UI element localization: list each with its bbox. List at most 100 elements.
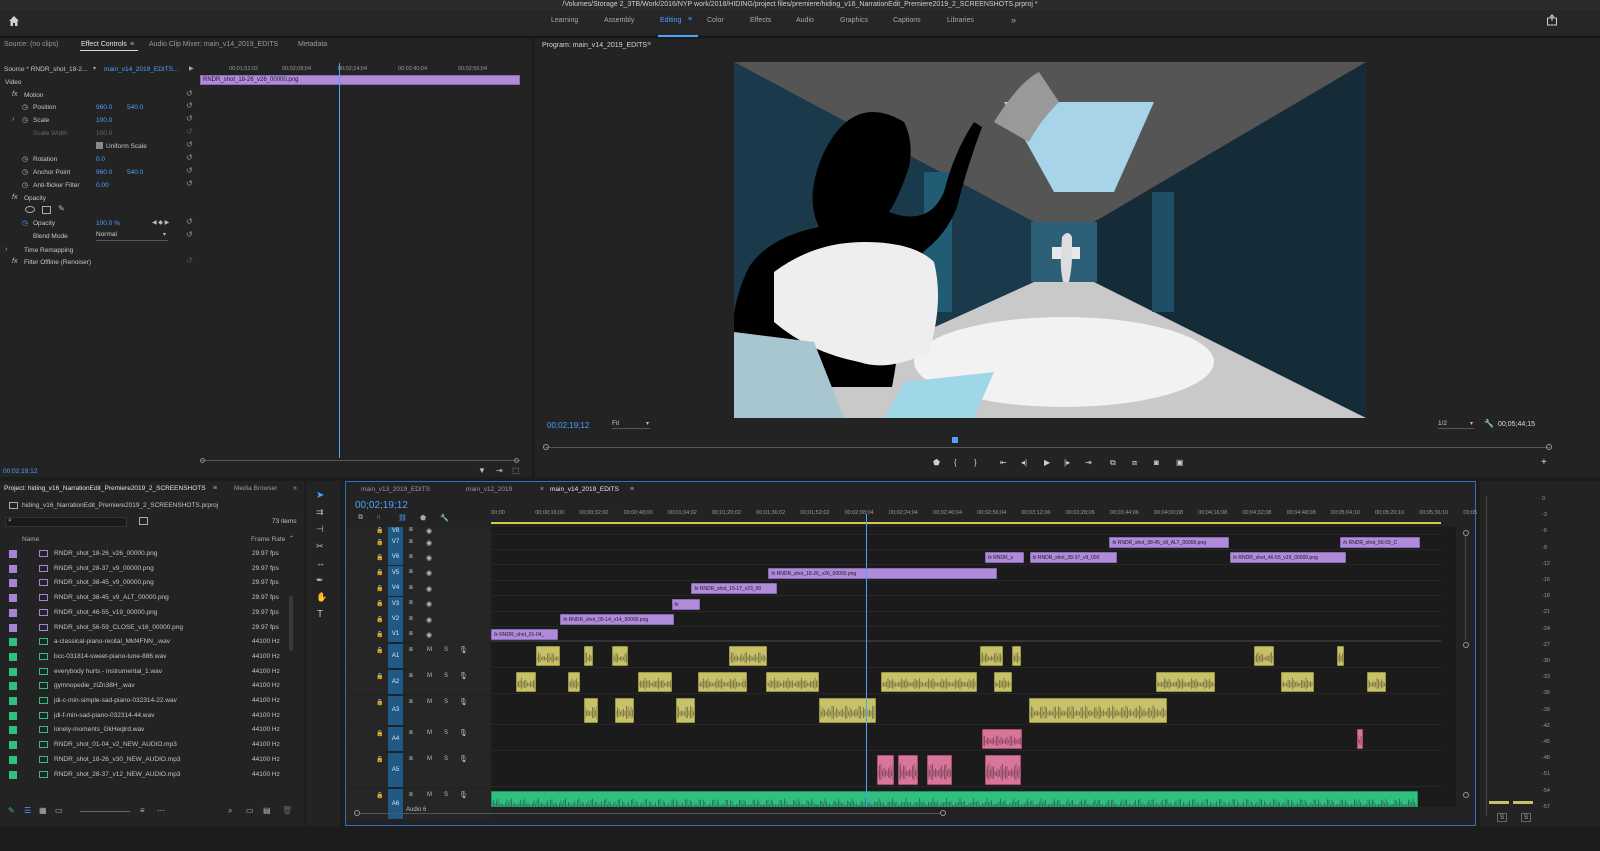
sync-lock-icon[interactable]: ⧈ (409, 792, 413, 799)
effect-clip-bar[interactable]: RNDR_shot_18-26_v26_00000.png (200, 75, 520, 85)
filter-icon[interactable]: ▼ (478, 466, 486, 475)
list-item[interactable]: gymnopedie_zIZn38H_.wav 44100 Hz (0, 678, 300, 693)
stopwatch-icon[interactable]: ◷ (22, 168, 28, 176)
program-timecode[interactable]: 00;02;19;12 (547, 421, 589, 430)
video-clip[interactable]: fx RNDR_shot_18-26_v26_00000.png (768, 567, 998, 579)
video-clip[interactable]: fx RNDR_shot_01-04_ (491, 629, 559, 641)
microphone-icon[interactable]: 🎙 (459, 755, 468, 763)
sync-lock-icon[interactable]: ⧈ (409, 730, 413, 737)
search-input[interactable]: ⌕ (5, 517, 127, 527)
eye-icon[interactable]: ◉ (426, 539, 432, 547)
pen-mask-icon[interactable]: ✎ (58, 204, 65, 213)
reset-icon[interactable]: ↺ (186, 166, 193, 175)
track-label[interactable]: V6 (388, 550, 403, 566)
list-item[interactable]: RNDR_shot_46-55_v19_00000.png 29.97 fps (0, 605, 300, 620)
track-label[interactable]: A1 (388, 644, 403, 668)
mute-button[interactable]: M (427, 792, 432, 798)
eye-icon[interactable]: ◉ (426, 600, 432, 608)
audio-clip[interactable] (1336, 646, 1345, 666)
lock-icon[interactable]: 🔒 (376, 539, 383, 546)
list-item[interactable]: a-classical-piano-recital_Mkf4FNN_.wav 44… (0, 634, 300, 649)
label-color-swatch[interactable] (9, 579, 17, 588)
audio-clip[interactable] (535, 646, 561, 666)
audio-clip[interactable] (491, 791, 1419, 807)
track-label[interactable]: A5 (388, 753, 403, 787)
snap-icon[interactable]: ∩ (376, 514, 381, 521)
workspace-libraries[interactable]: Libraries (947, 17, 974, 24)
track-label[interactable]: V7 (388, 535, 403, 550)
keyframe-nav-icon[interactable]: ◀ ◆ ▶ (152, 219, 169, 226)
audio-clip[interactable] (515, 672, 536, 692)
audio-clip[interactable] (584, 698, 599, 723)
label-color-swatch[interactable] (9, 652, 17, 661)
list-item[interactable]: RNDR_shot_18-26_v26_00000.png 29.97 fps (0, 546, 300, 561)
video-clip[interactable]: fx RNDR_shot_28-37_v9_000 (1029, 552, 1118, 564)
timeline-timecode[interactable]: 00;02;19;12 (355, 500, 408, 511)
list-item[interactable]: RNDR_shot_38-45_v9_00000.png 29.97 fps (0, 575, 300, 590)
label-color-swatch[interactable] (9, 623, 17, 632)
microphone-icon[interactable]: 🎙 (459, 729, 468, 737)
reset-icon[interactable]: ↺ (186, 256, 193, 265)
program-playhead[interactable] (952, 437, 959, 443)
stopwatch-icon[interactable]: ◷ (22, 155, 28, 163)
label-color-swatch[interactable] (9, 638, 17, 647)
mute-button[interactable]: M (427, 699, 432, 705)
audio-track-lane[interactable] (491, 644, 1441, 668)
eye-icon[interactable]: ◉ (426, 631, 432, 639)
track-label[interactable]: V2 (388, 612, 403, 627)
label-color-swatch[interactable] (9, 564, 17, 573)
ellipse-mask-icon[interactable] (25, 206, 35, 213)
sort-icons-icon[interactable]: ≡ (140, 806, 145, 815)
more-icon[interactable]: » (293, 483, 297, 495)
audio-clip[interactable] (1156, 672, 1215, 692)
audio-clip[interactable] (880, 672, 978, 692)
mute-button[interactable]: M (427, 730, 432, 736)
audio-clip[interactable] (614, 698, 634, 723)
lock-icon[interactable]: 🔒 (376, 631, 383, 638)
lock-icon[interactable]: 🔒 (376, 756, 383, 763)
list-item[interactable]: RNDR_shot_01-04_v2_NEW_AUDIO.mp3 44100 Hz (0, 737, 300, 752)
reset-icon[interactable]: ↺ (186, 140, 193, 149)
step-back-icon[interactable]: ◂| (1021, 458, 1027, 467)
sync-lock-icon[interactable]: ⧈ (409, 756, 413, 763)
selection-tool-icon[interactable]: ➤ (316, 490, 324, 501)
eye-icon[interactable]: ◉ (426, 554, 432, 562)
go-to-in-icon[interactable]: ⇤ (1000, 458, 1007, 467)
tab-sequence-v13[interactable]: main_v13_2019_EDITS (361, 484, 430, 496)
list-item[interactable]: RNDR_shot_56-59_CLOSE_v16_00000.png 29.97… (0, 620, 300, 635)
label-color-swatch[interactable] (9, 711, 17, 720)
audio-track-lane[interactable] (491, 753, 1441, 787)
tab-metadata[interactable]: Metadata (298, 39, 327, 51)
mark-out-icon[interactable]: } (974, 458, 977, 467)
audio-clip[interactable] (876, 755, 894, 785)
lock-icon[interactable]: 🔒 (376, 554, 383, 561)
audio-track-lane[interactable] (491, 696, 1441, 725)
audio-clip[interactable] (567, 672, 581, 692)
lift-icon[interactable]: ⧉ (1110, 458, 1116, 468)
workspace-color[interactable]: Color (707, 17, 724, 24)
uniform-scale-checkbox[interactable] (96, 142, 103, 149)
list-item[interactable]: RNDR_shot_28-37_v12_NEW_AUDIO.mp3 44100 H… (0, 767, 300, 782)
razor-tool-icon[interactable]: ✂ (316, 541, 324, 552)
audio-clip[interactable] (993, 672, 1012, 692)
workspace-learning[interactable]: Learning (551, 17, 578, 24)
audio-clip[interactable] (982, 729, 1023, 749)
label-color-swatch[interactable] (9, 741, 17, 750)
audio-clip[interactable] (1253, 646, 1274, 666)
reset-icon[interactable]: ↺ (186, 153, 193, 162)
mute-button[interactable]: M (427, 756, 432, 762)
video-clip[interactable]: fx RNDR_shot_05-14_v14_00000.png (560, 614, 675, 625)
pencil-icon[interactable]: ✎ (8, 806, 15, 815)
list-item[interactable]: RNDR_shot_28-37_v9_00000.png 29.97 fps (0, 561, 300, 576)
workspace-captions[interactable]: Captions (893, 17, 921, 24)
solo-button[interactable]: S (444, 647, 448, 653)
ripple-edit-tool-icon[interactable]: ⊣ (316, 524, 324, 535)
tab-project[interactable]: Project: hiding_v16_NarrationEdit_Premie… (4, 483, 206, 495)
lock-icon[interactable]: 🔒 (376, 585, 383, 592)
list-item[interactable]: jdi-c-min-simple-sad-piano-032314-22.wav… (0, 693, 300, 708)
share-icon[interactable] (1546, 14, 1558, 26)
compare-icon[interactable]: ▣ (1176, 458, 1184, 467)
mute-button[interactable]: M (427, 647, 432, 653)
label-color-swatch[interactable] (9, 667, 17, 676)
audio-track-lane[interactable] (491, 727, 1441, 751)
